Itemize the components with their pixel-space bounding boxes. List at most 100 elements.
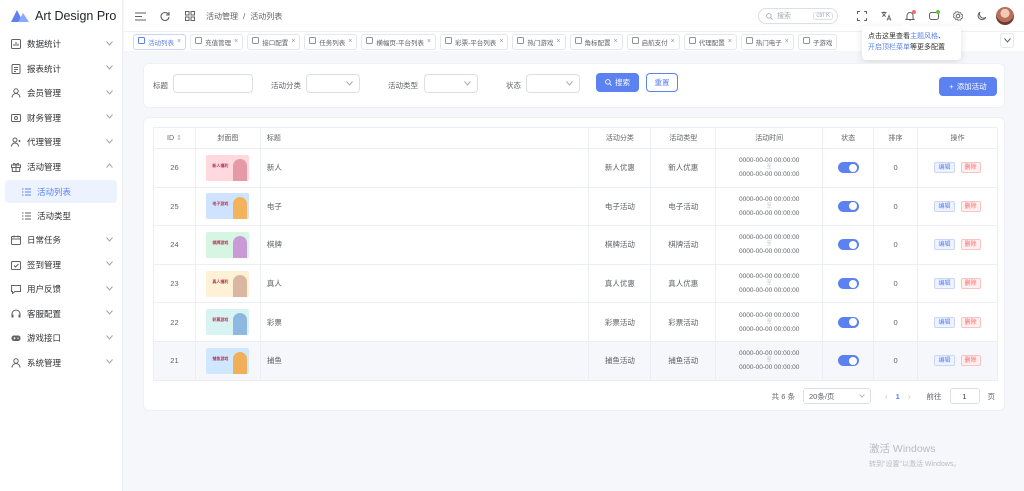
close-icon[interactable]: × — [291, 38, 295, 45]
refresh-icon[interactable] — [159, 10, 171, 22]
close-icon[interactable]: × — [614, 38, 618, 45]
grid-icon[interactable] — [184, 10, 196, 22]
sidebar-item-8[interactable]: 用户反馈 — [0, 277, 122, 302]
reset-button[interactable]: 重置 — [646, 73, 678, 92]
table-row[interactable]: 26 新人福利 新人 新人优惠 新人优惠 0000-00-00 00:00:00 至 0000… — [153, 148, 998, 188]
delete-button[interactable]: 删除 — [960, 316, 981, 328]
category-filter-select[interactable] — [306, 74, 360, 93]
tab-2[interactable]: 接口配置 × — [247, 33, 301, 50]
status-toggle[interactable] — [837, 162, 859, 174]
global-search[interactable]: 搜索 ctrl K — [758, 8, 838, 24]
sidebar-item-2[interactable]: 会员管理 — [0, 81, 122, 106]
settings-gear-icon[interactable] — [952, 10, 964, 22]
status-toggle[interactable] — [837, 200, 859, 212]
table-row[interactable]: 24 棋牌游戏 棋牌 棋牌活动 棋牌活动 0000-00-00 00:00:00 至 0000… — [153, 225, 998, 265]
submenu-item-0[interactable]: 活动列表 — [5, 180, 117, 203]
status-filter-select[interactable] — [526, 74, 580, 93]
tabs-more-dropdown[interactable] — [1000, 33, 1014, 48]
chat-icon[interactable] — [928, 10, 940, 22]
feedback-icon — [11, 284, 21, 295]
status-toggle[interactable] — [837, 316, 859, 328]
sidebar-item-9[interactable]: 客服配置 — [0, 302, 122, 327]
user-avatar[interactable] — [996, 7, 1014, 25]
close-icon[interactable]: × — [177, 38, 181, 45]
close-icon[interactable]: × — [728, 38, 732, 45]
sidebar-item-10[interactable]: 游戏接口 — [0, 326, 122, 351]
sidebar-item-0[interactable]: 数据统计 — [0, 32, 122, 57]
close-icon[interactable]: × — [671, 38, 675, 45]
tab-1[interactable]: 充值管理 × — [190, 33, 244, 50]
tab-0[interactable]: 活动列表 × — [133, 33, 187, 50]
cover-image[interactable]: 捕鱼游戏 — [206, 347, 250, 374]
close-icon[interactable]: × — [785, 38, 789, 45]
type-filter-select[interactable] — [424, 74, 478, 93]
table-row[interactable]: 22 彩票游戏 彩票 彩票活动 彩票活动 0000-00-00 00:00:00 至 0000… — [153, 302, 998, 342]
add-activity-button[interactable]: + 添加活动 — [939, 77, 997, 96]
app-title: Art Design Pro — [35, 9, 117, 23]
close-icon[interactable]: × — [348, 38, 352, 45]
sidebar-item-4[interactable]: 代理管理 — [0, 130, 122, 155]
delete-button[interactable]: 删除 — [960, 278, 981, 290]
sidebar-item-3[interactable]: 财务管理 — [0, 106, 122, 131]
sidebar-item-1[interactable]: 报表统计 — [0, 57, 122, 82]
menu-collapse-icon[interactable] — [134, 10, 146, 22]
edit-button[interactable]: 编辑 — [934, 162, 955, 174]
goto-page-input[interactable]: 1 — [949, 388, 980, 404]
tab-4[interactable]: 横幅页-平台列表 × — [361, 33, 437, 50]
page-number-current[interactable]: 1 — [896, 392, 900, 401]
next-page-icon[interactable]: › — [908, 392, 911, 401]
column-header-id[interactable]: ID ⇕ — [153, 127, 196, 149]
status-toggle[interactable] — [837, 278, 859, 290]
close-icon[interactable]: × — [556, 38, 560, 45]
delete-button[interactable]: 删除 — [960, 355, 981, 367]
popover-topmenu-link[interactable]: 开启顶栏菜单 — [868, 44, 910, 51]
tab-10[interactable]: 热门电子 × — [740, 33, 794, 50]
breadcrumb-parent[interactable]: 活动管理 — [206, 11, 238, 22]
title-filter-input[interactable] — [173, 74, 253, 93]
edit-button[interactable]: 编辑 — [934, 355, 955, 367]
sidebar-item-7[interactable]: 签到管理 — [0, 253, 122, 278]
page-size-select[interactable]: 20条/页 — [802, 388, 871, 404]
cover-image[interactable]: 彩票游戏 — [206, 309, 250, 336]
delete-button[interactable]: 删除 — [960, 200, 981, 212]
table-row[interactable]: 23 真人福利 真人 真人优惠 真人优惠 0000-00-00 00:00:00 至 0000… — [153, 263, 998, 304]
dark-mode-moon-icon[interactable] — [976, 10, 988, 22]
cover-image[interactable]: 新人福利 — [206, 154, 250, 181]
tab-9[interactable]: 代理配置 × — [683, 33, 737, 50]
fullscreen-icon[interactable] — [856, 10, 868, 22]
language-icon[interactable] — [880, 10, 892, 22]
tab-7[interactable]: 角标配置 × — [569, 33, 623, 50]
delete-button[interactable]: 删除 — [960, 162, 981, 174]
sort-icon[interactable]: ⇕ — [176, 135, 182, 142]
edit-button[interactable]: 编辑 — [934, 239, 955, 251]
popover-theme-link[interactable]: 主题风格 — [910, 33, 938, 40]
cover-image[interactable]: 电子游戏 — [206, 193, 250, 220]
edit-button[interactable]: 编辑 — [934, 200, 955, 212]
sidebar-item-11[interactable]: 系统管理 — [0, 351, 122, 376]
table-row[interactable]: 25 电子游戏 电子 电子活动 电子活动 0000-00-00 00:00:00 至 0000… — [153, 186, 998, 227]
tab-8[interactable]: 启航支付 × — [626, 33, 680, 50]
edit-button[interactable]: 编辑 — [934, 316, 955, 328]
sidebar-item-5[interactable]: 活动管理 — [0, 155, 122, 180]
tab-5[interactable]: 彩票-平台列表 × — [440, 33, 509, 50]
tab-11[interactable]: 子游戏 — [797, 33, 838, 50]
tab-3[interactable]: 任务列表 × — [304, 33, 358, 50]
status-toggle[interactable] — [837, 239, 859, 251]
search-button[interactable]: 搜索 — [596, 73, 639, 92]
table-row[interactable]: 21 捕鱼游戏 捕鱼 捕鱼活动 捕鱼活动 0000-00-00 00:00:00 至 0000… — [153, 340, 998, 381]
prev-page-icon[interactable]: ‹ — [885, 392, 888, 401]
filter-panel: 标题 活动分类 活动类型 状态 搜索 重置 + 添加活动 — [143, 63, 1005, 108]
cover-image[interactable]: 棋牌游戏 — [206, 231, 250, 258]
close-icon[interactable]: × — [234, 38, 238, 45]
delete-button[interactable]: 删除 — [960, 239, 981, 251]
close-icon[interactable]: × — [499, 38, 503, 45]
submenu-item-1[interactable]: 活动类型 — [5, 204, 117, 227]
cover-image[interactable]: 真人福利 — [206, 270, 250, 297]
app-logo[interactable]: Art Design Pro — [0, 0, 122, 32]
edit-button[interactable]: 编辑 — [934, 278, 955, 290]
sidebar-item-6[interactable]: 日常任务 — [0, 228, 122, 253]
notification-bell-icon[interactable] — [904, 10, 916, 22]
close-icon[interactable]: × — [427, 38, 431, 45]
tab-6[interactable]: 热门游戏 × — [512, 33, 566, 50]
status-toggle[interactable] — [837, 355, 859, 367]
